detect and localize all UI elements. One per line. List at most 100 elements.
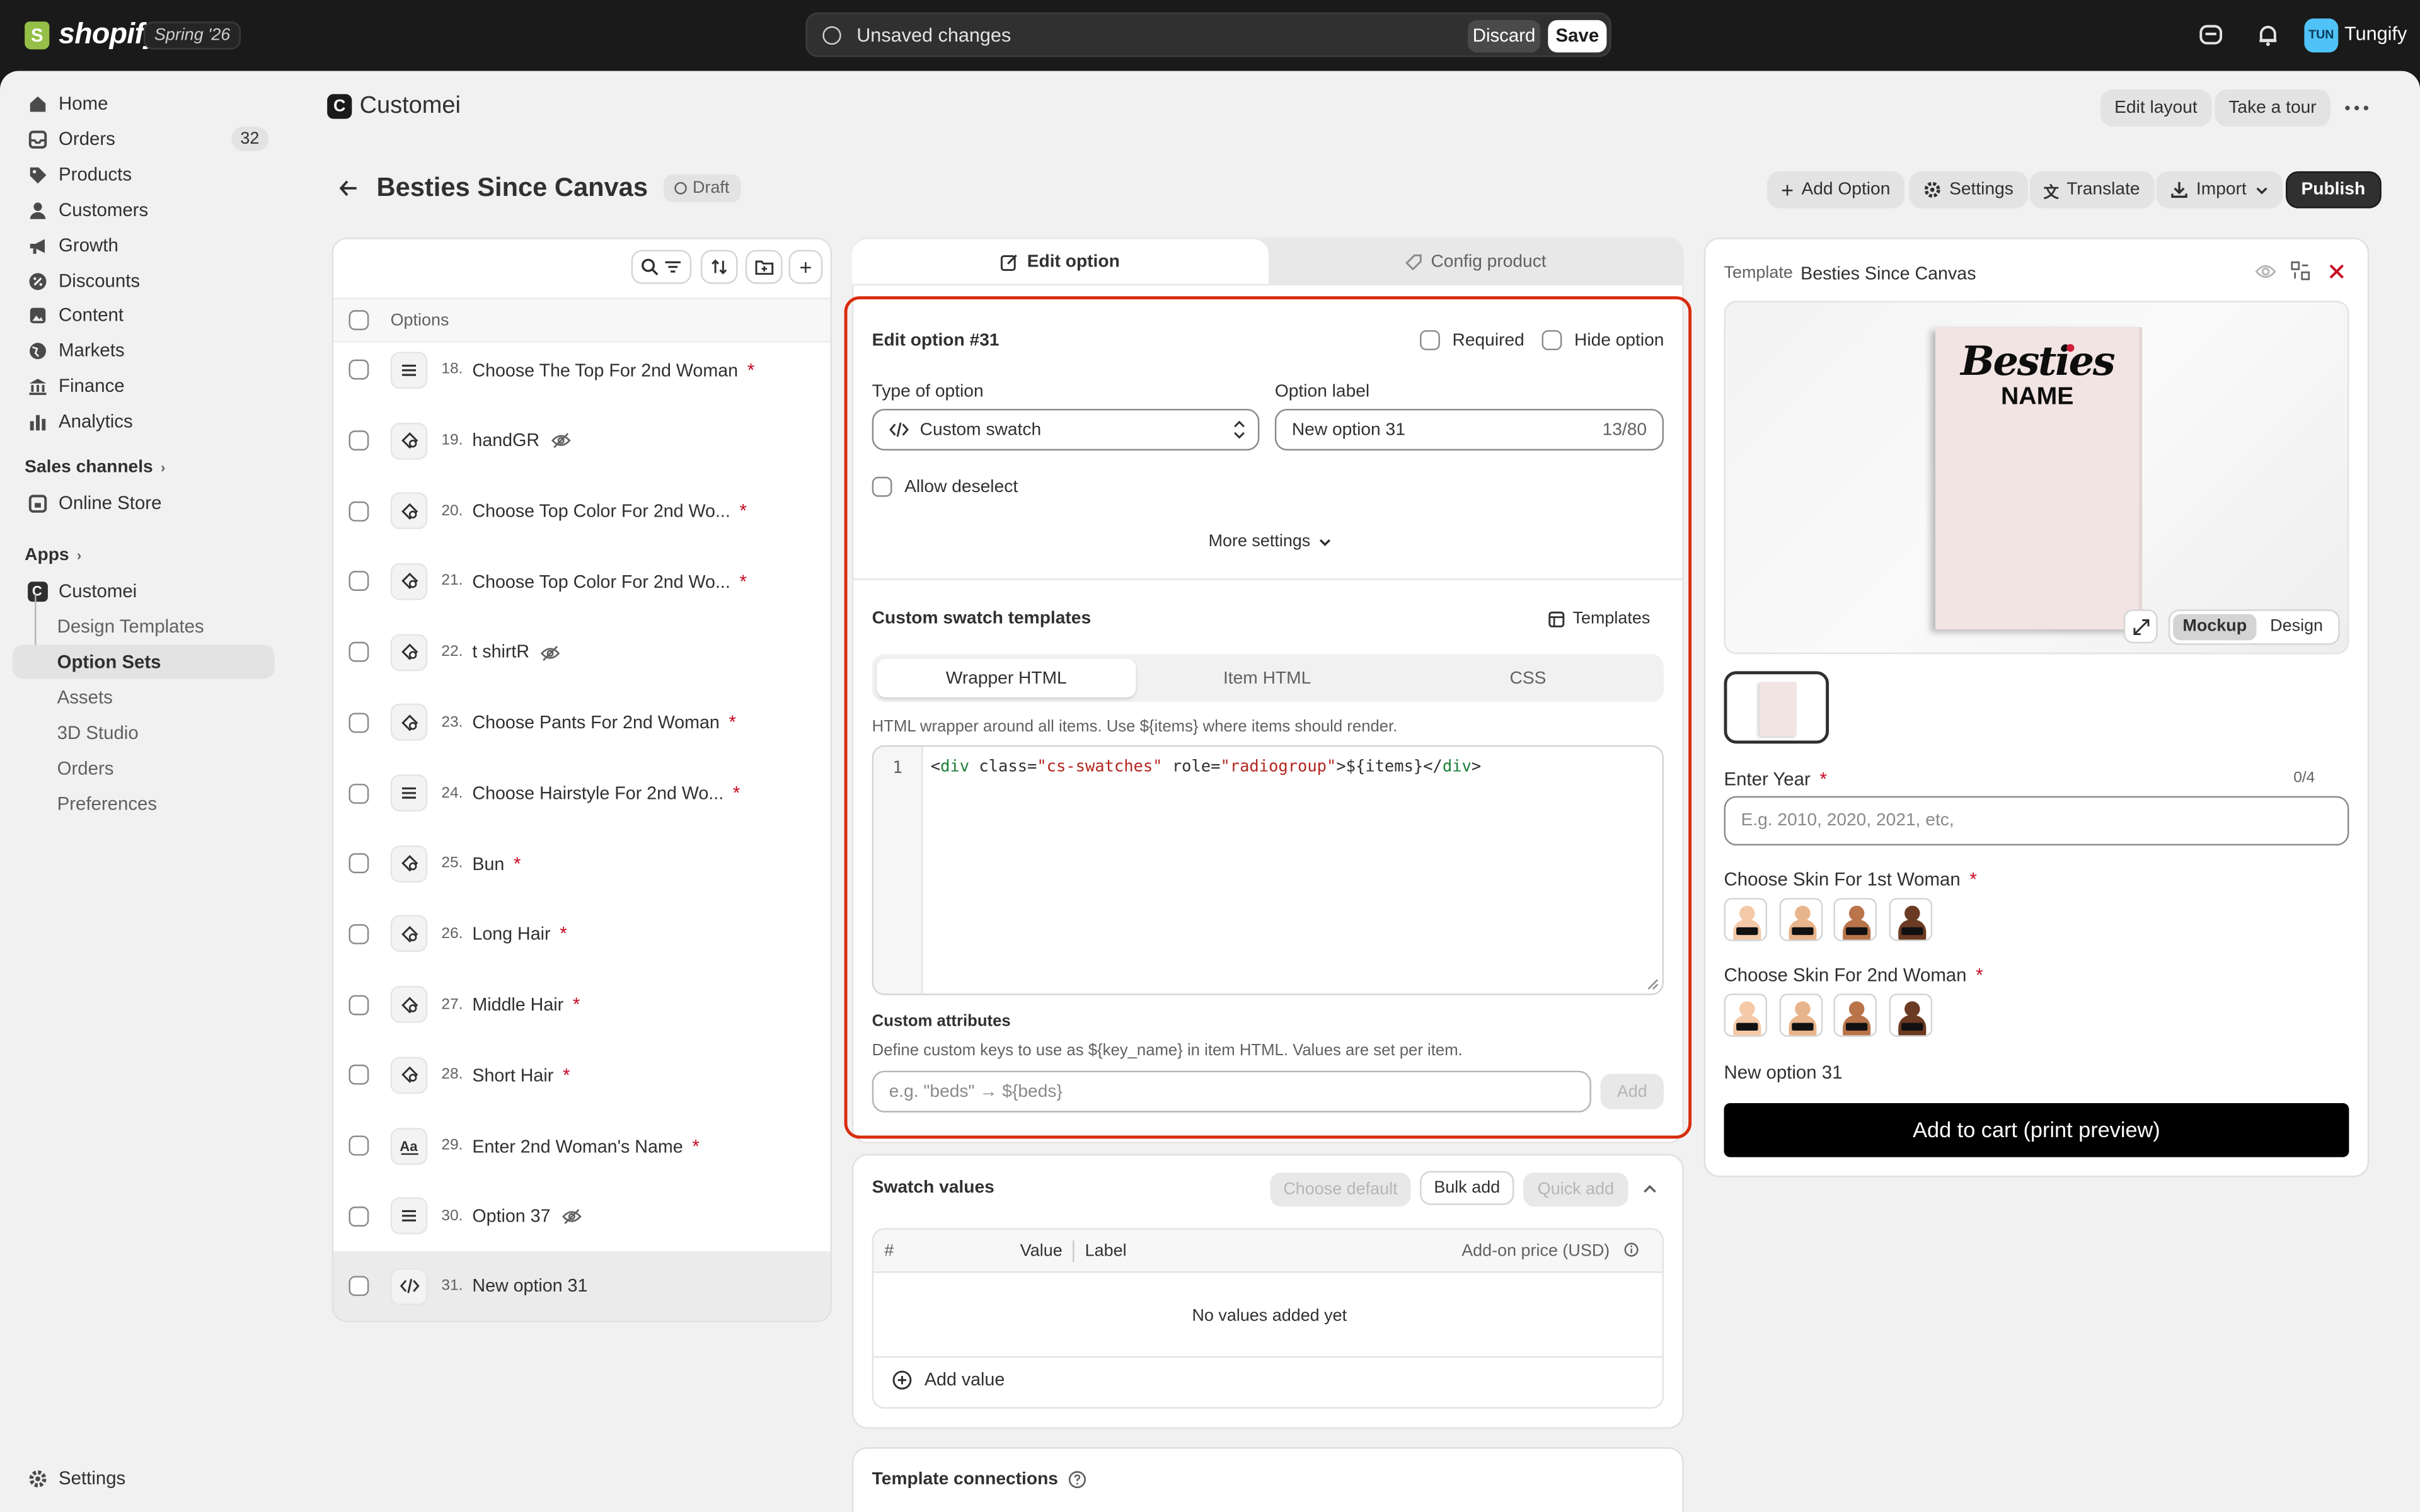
quick-add-button[interactable]: Quick add <box>1523 1172 1628 1207</box>
store-name[interactable]: Tungify <box>2344 23 2407 45</box>
import-button[interactable]: Import <box>2156 171 2283 209</box>
table-row[interactable]: Aa 29. Enter 2nd Woman's Name * <box>333 1111 831 1181</box>
row-checkbox[interactable] <box>349 853 369 874</box>
row-checkbox[interactable] <box>349 571 369 592</box>
row-checkbox[interactable] <box>349 782 369 803</box>
sidebar-item-app-orders[interactable]: Orders <box>13 752 275 786</box>
translate-button[interactable]: 文 Translate <box>2029 171 2154 209</box>
sidebar-item-assets[interactable]: Assets <box>13 680 275 714</box>
sort-button[interactable] <box>700 249 738 284</box>
hide-option-checkbox[interactable]: Hide option <box>1541 330 1664 350</box>
sidebar-item-discounts[interactable]: Discounts <box>13 264 275 298</box>
table-row[interactable]: 21. Choose Top Color For 2nd Wo... * <box>333 546 831 617</box>
sidekick-icon[interactable] <box>2198 21 2224 48</box>
table-row[interactable]: 28. Short Hair * <box>333 1040 831 1111</box>
help-icon[interactable] <box>1068 1470 1086 1489</box>
table-row[interactable]: 23. Choose Pants For 2nd Woman * <box>333 687 831 758</box>
table-row[interactable]: 19. handGR <box>333 405 831 476</box>
sidebar-item-analytics[interactable]: Analytics <box>13 404 275 438</box>
row-checkbox[interactable] <box>349 501 369 522</box>
table-row[interactable]: 24. Choose Hairstyle For 2nd Wo... * <box>333 758 831 828</box>
add-option-button[interactable]: + Add Option <box>1767 171 1904 209</box>
row-checkbox[interactable] <box>349 994 369 1015</box>
more-actions-icon[interactable] <box>2340 94 2374 122</box>
search-filter-button[interactable] <box>631 249 692 284</box>
enter-year-input[interactable]: E.g. 2010, 2020, 2021, etc, <box>1724 796 2349 846</box>
table-row[interactable]: 31. New option 31 <box>333 1251 831 1321</box>
more-settings-button[interactable]: More settings <box>1209 532 1332 551</box>
row-checkbox[interactable] <box>349 642 369 662</box>
row-checkbox[interactable] <box>349 430 369 451</box>
add-value-button[interactable]: Add value <box>892 1370 1005 1390</box>
add-option-small-button[interactable]: + <box>788 249 823 284</box>
sidebar-item-finance[interactable]: Finance <box>13 369 275 403</box>
back-arrow-icon[interactable] <box>337 176 361 200</box>
select-all-checkbox[interactable] <box>349 310 369 331</box>
allow-deselect-checkbox[interactable]: Allow deselect <box>872 476 1018 497</box>
required-checkbox[interactable]: Required <box>1420 330 1524 350</box>
sidebar-item-option-sets[interactable]: Option Sets <box>12 644 275 679</box>
table-row[interactable]: 27. Middle Hair * <box>333 970 831 1040</box>
skin-swatch[interactable] <box>1778 898 1823 941</box>
table-row[interactable]: 30. Option 37 <box>333 1181 831 1251</box>
shopify-logo[interactable]: shopify <box>25 18 160 52</box>
skin-swatch[interactable] <box>1724 898 1768 941</box>
apps-heading[interactable]: Apps › <box>25 546 81 564</box>
resize-handle-icon[interactable] <box>1647 978 1659 991</box>
sidebar-item-online-store[interactable]: Online Store <box>13 486 275 520</box>
type-of-option-select[interactable]: Custom swatch <box>872 408 1260 451</box>
tab-edit-option[interactable]: Edit option <box>851 239 1269 284</box>
skin-swatch[interactable] <box>1888 898 1932 941</box>
row-checkbox[interactable] <box>349 924 369 944</box>
sidebar-item-orders[interactable]: Orders 32 <box>13 122 275 156</box>
required-checkbox-box[interactable] <box>1420 330 1440 350</box>
close-icon[interactable] <box>2327 262 2346 280</box>
sidebar-item-preferences[interactable]: Preferences <box>13 787 275 821</box>
tab-wrapper-html[interactable]: Wrapper HTML <box>877 658 1136 697</box>
table-row[interactable]: 20. Choose Top Color For 2nd Wo... * <box>333 476 831 546</box>
layout-icon[interactable] <box>2290 261 2310 281</box>
table-row[interactable]: 22. t shirtR <box>333 617 831 687</box>
row-checkbox[interactable] <box>349 360 369 381</box>
hide-option-checkbox-box[interactable] <box>1541 330 1562 350</box>
tab-config-product[interactable]: Config product <box>1269 239 1682 284</box>
sidebar-item-products[interactable]: Products <box>13 158 275 192</box>
sidebar-item-customers[interactable]: Customers <box>13 193 275 227</box>
edit-layout-button[interactable]: Edit layout <box>2100 89 2211 127</box>
add-attribute-button[interactable]: Add <box>1600 1074 1664 1109</box>
row-checkbox[interactable] <box>349 1276 369 1297</box>
sidebar-item-content[interactable]: Content <box>13 298 275 332</box>
row-checkbox[interactable] <box>349 1135 369 1156</box>
skin-swatch[interactable] <box>1833 898 1877 941</box>
custom-attribute-input[interactable]: e.g. "beds" → ${beds} <box>872 1070 1591 1113</box>
skin-swatch[interactable] <box>1888 994 1932 1037</box>
table-row[interactable]: 25. Bun * <box>333 828 831 899</box>
settings-button[interactable]: Settings <box>1909 171 2027 209</box>
sidebar-item-3d-studio[interactable]: 3D Studio <box>13 716 275 750</box>
table-row[interactable]: 26. Long Hair * <box>333 899 831 970</box>
mockup-thumbnail[interactable] <box>1724 671 1829 744</box>
skin-swatch[interactable] <box>1833 994 1877 1037</box>
publish-button[interactable]: Publish <box>2285 171 2381 209</box>
bell-icon[interactable] <box>2255 21 2281 48</box>
add-folder-button[interactable] <box>745 249 783 284</box>
choose-default-button[interactable]: Choose default <box>1270 1172 1411 1207</box>
eye-icon[interactable] <box>2255 262 2276 280</box>
design-toggle-button[interactable]: Design <box>2258 614 2335 641</box>
row-checkbox[interactable] <box>349 1206 369 1227</box>
tab-css[interactable]: CSS <box>1398 659 1657 697</box>
skin-swatch[interactable] <box>1724 994 1768 1037</box>
skin-swatch[interactable] <box>1778 994 1823 1037</box>
mockup-toggle-button[interactable]: Mockup <box>2173 614 2257 641</box>
row-checkbox[interactable] <box>349 713 369 733</box>
templates-button[interactable]: Templates <box>1548 609 1650 628</box>
avatar[interactable]: TUN <box>2304 18 2339 53</box>
code-editor[interactable]: 1 <div class="cs-swatches" role="radiogr… <box>872 745 1664 995</box>
take-tour-button[interactable]: Take a tour <box>2215 89 2331 127</box>
row-checkbox[interactable] <box>349 1065 369 1085</box>
sidebar-item-growth[interactable]: Growth <box>13 228 275 262</box>
table-row[interactable]: 18. Choose The Top For 2nd Woman * <box>333 335 831 405</box>
sidebar-item-customei[interactable]: C Customei <box>13 574 275 608</box>
info-icon[interactable] <box>1623 1242 1639 1257</box>
allow-deselect-checkbox-box[interactable] <box>872 476 892 497</box>
